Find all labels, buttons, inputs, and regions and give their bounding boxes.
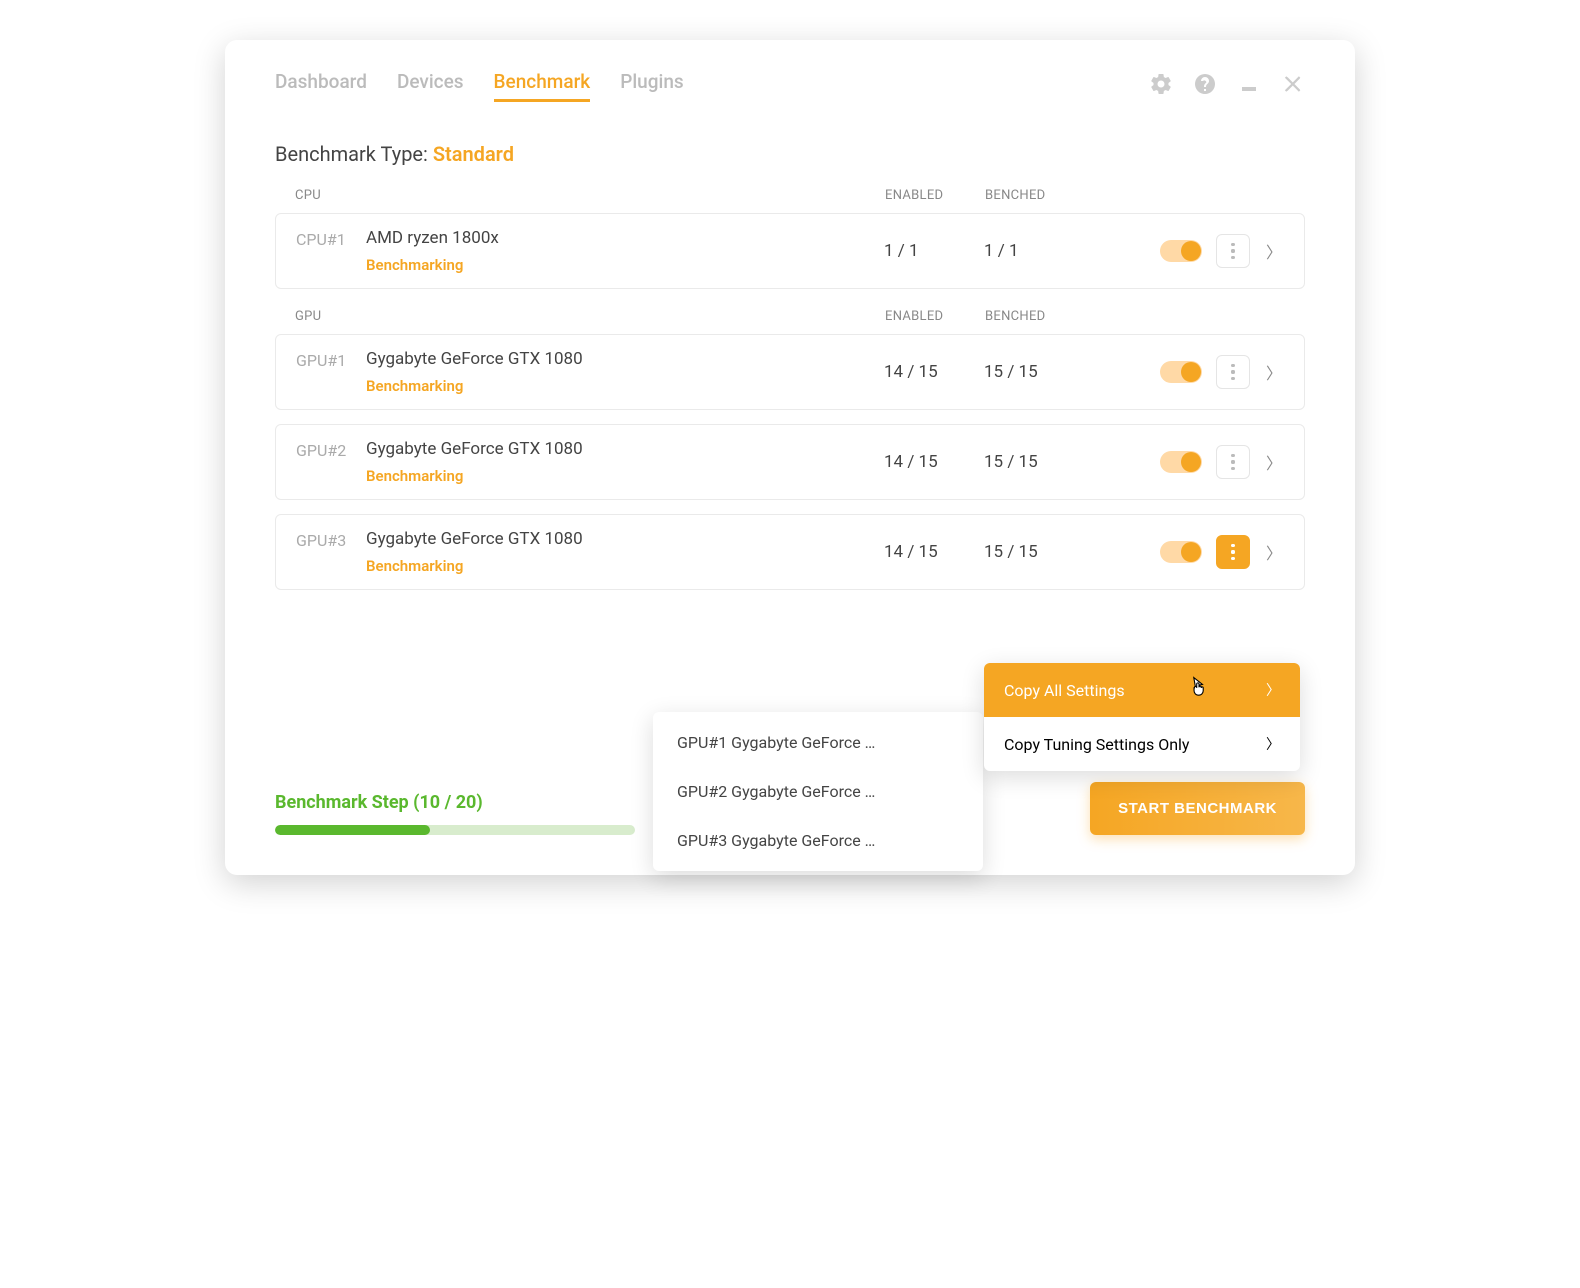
expand-row-icon[interactable]: 〉 <box>1264 360 1284 384</box>
row-menu-button[interactable] <box>1216 535 1250 569</box>
device-name: Gygabyte GeForce GTX 1080 <box>366 439 884 459</box>
row-menu-button[interactable] <box>1216 445 1250 479</box>
benchmark-type-value[interactable]: Standard <box>433 142 514 166</box>
menu-item-label: Copy All Settings <box>1004 681 1125 700</box>
enable-toggle[interactable] <box>1160 541 1202 563</box>
minimize-icon[interactable] <box>1237 72 1261 100</box>
device-id: GPU#1 <box>296 349 366 370</box>
col-enabled: ENABLED <box>885 309 985 324</box>
col-benched: BENCHED <box>985 188 1085 203</box>
benchmark-progress: Benchmark Step (10 / 20) <box>275 792 635 835</box>
start-benchmark-button[interactable]: START BENCHMARK <box>1090 782 1305 835</box>
gpu-row[interactable]: GPU#1 Gygabyte GeForce GTX 1080 Benchmar… <box>275 334 1305 410</box>
device-id: CPU#1 <box>296 228 366 249</box>
device-status: Benchmarking <box>366 377 884 395</box>
enabled-count: 14 / 15 <box>884 362 984 382</box>
device-name: AMD ryzen 1800x <box>366 228 884 248</box>
progress-label: Benchmark Step (10 / 20) <box>275 792 635 813</box>
row-context-menu: Copy All Settings 〉 Copy Tuning Settings… <box>984 663 1300 771</box>
gpu-row[interactable]: GPU#3 Gygabyte GeForce GTX 1080 Benchmar… <box>275 514 1305 590</box>
col-cpu: CPU <box>295 188 885 203</box>
help-icon[interactable] <box>1193 72 1217 100</box>
copy-target-submenu: GPU#1 Gygabyte GeForce … GPU#2 Gygabyte … <box>653 712 983 871</box>
close-icon[interactable] <box>1281 72 1305 100</box>
cpu-table-header: CPU ENABLED BENCHED <box>275 188 1305 213</box>
tab-dashboard[interactable]: Dashboard <box>275 70 367 102</box>
benchmark-type-text: Benchmark Type: <box>275 142 428 166</box>
enabled-count: 1 / 1 <box>884 241 984 261</box>
enable-toggle[interactable] <box>1160 451 1202 473</box>
tab-devices[interactable]: Devices <box>397 70 464 102</box>
device-id: GPU#3 <box>296 529 366 550</box>
cpu-row[interactable]: CPU#1 AMD ryzen 1800x Benchmarking 1 / 1… <box>275 213 1305 289</box>
benched-count: 1 / 1 <box>984 241 1084 261</box>
submenu-item[interactable]: GPU#1 Gygabyte GeForce … <box>653 718 983 767</box>
menu-item-label: Copy Tuning Settings Only <box>1004 735 1190 754</box>
col-enabled: ENABLED <box>885 188 985 203</box>
tab-benchmark[interactable]: Benchmark <box>494 70 591 102</box>
col-gpu: GPU <box>295 309 885 324</box>
app-window: Dashboard Devices Benchmark Plugins Benc… <box>225 40 1355 875</box>
progress-bar <box>275 825 635 835</box>
enable-toggle[interactable] <box>1160 240 1202 262</box>
row-menu-button[interactable] <box>1216 355 1250 389</box>
enabled-count: 14 / 15 <box>884 542 984 562</box>
gpu-row[interactable]: GPU#2 Gygabyte GeForce GTX 1080 Benchmar… <box>275 424 1305 500</box>
tab-plugins[interactable]: Plugins <box>620 70 684 102</box>
gear-icon[interactable] <box>1149 72 1173 100</box>
submenu-item[interactable]: GPU#3 Gygabyte GeForce … <box>653 816 983 865</box>
chevron-right-icon: 〉 <box>1266 680 1280 700</box>
device-status: Benchmarking <box>366 256 884 274</box>
device-id: GPU#2 <box>296 439 366 460</box>
header-icons <box>1149 72 1305 100</box>
benched-count: 15 / 15 <box>984 362 1084 382</box>
menu-copy-tuning-settings[interactable]: Copy Tuning Settings Only 〉 <box>984 717 1300 771</box>
device-name: Gygabyte GeForce GTX 1080 <box>366 529 884 549</box>
menu-copy-all-settings[interactable]: Copy All Settings 〉 <box>984 663 1300 717</box>
expand-row-icon[interactable]: 〉 <box>1264 540 1284 564</box>
benched-count: 15 / 15 <box>984 542 1084 562</box>
device-status: Benchmarking <box>366 467 884 485</box>
chevron-right-icon: 〉 <box>1266 734 1280 754</box>
header-bar: Dashboard Devices Benchmark Plugins <box>275 70 1305 102</box>
col-benched: BENCHED <box>985 309 1085 324</box>
nav-tabs: Dashboard Devices Benchmark Plugins <box>275 70 684 102</box>
device-status: Benchmarking <box>366 557 884 575</box>
expand-row-icon[interactable]: 〉 <box>1264 450 1284 474</box>
row-menu-button[interactable] <box>1216 234 1250 268</box>
benchmark-type-label: Benchmark Type: Standard <box>275 142 1305 166</box>
enabled-count: 14 / 15 <box>884 452 984 472</box>
benched-count: 15 / 15 <box>984 452 1084 472</box>
submenu-item[interactable]: GPU#2 Gygabyte GeForce … <box>653 767 983 816</box>
gpu-table-header: GPU ENABLED BENCHED <box>275 309 1305 334</box>
device-name: Gygabyte GeForce GTX 1080 <box>366 349 884 369</box>
expand-row-icon[interactable]: 〉 <box>1264 239 1284 263</box>
enable-toggle[interactable] <box>1160 361 1202 383</box>
